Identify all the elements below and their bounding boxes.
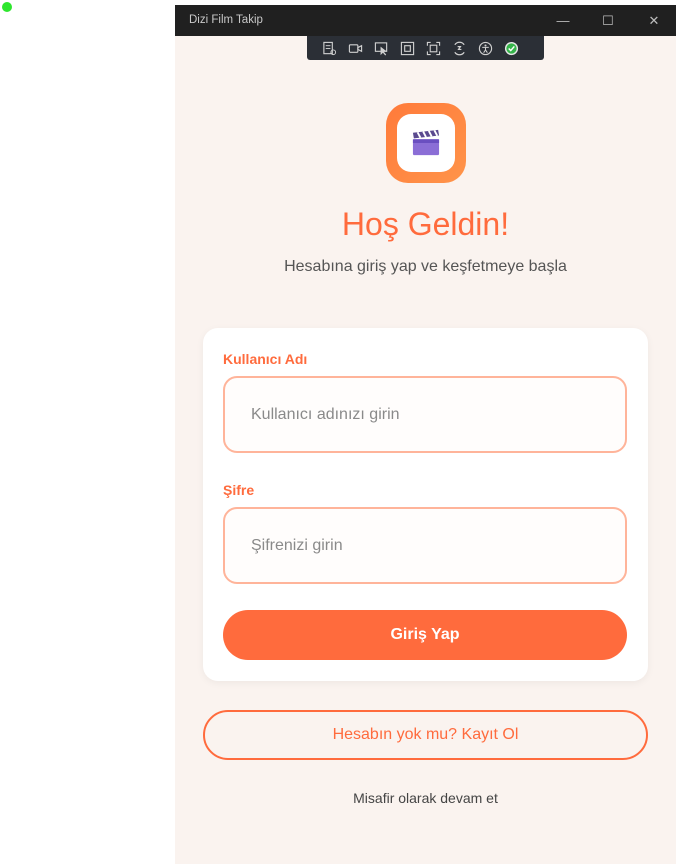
- page-subtitle: Hesabına giriş yap ve keşfetmeye başla: [284, 258, 567, 275]
- login-button[interactable]: Giriş Yap: [223, 610, 627, 660]
- password-label: Şifre: [223, 482, 255, 498]
- password-field[interactable]: Şifrenizi girin: [223, 507, 627, 584]
- hot-reload-icon[interactable]: [451, 40, 468, 57]
- app-logo: [386, 103, 466, 183]
- minimize-icon: —: [556, 13, 570, 28]
- username-label: Kullanıcı Adı: [223, 351, 308, 367]
- status-dot: [2, 2, 12, 12]
- maximize-icon: ☐: [602, 12, 614, 28]
- accessibility-icon[interactable]: [477, 40, 494, 57]
- maximize-button[interactable]: ☐: [586, 5, 630, 36]
- app-window: Dizi Film Takip — ☐ ✕ Hoş Geldin! Hesabı…: [175, 5, 676, 864]
- username-placeholder: Kullanıcı adınızı girin: [251, 405, 400, 423]
- binding-check-icon[interactable]: [503, 40, 520, 57]
- title-bar[interactable]: Dizi Film Takip — ☐ ✕: [175, 5, 676, 36]
- guest-link[interactable]: Misafir olarak devam et: [175, 790, 676, 806]
- record-icon[interactable]: [347, 40, 364, 57]
- live-visual-tree-icon[interactable]: [321, 40, 338, 57]
- password-placeholder: Şifrenizi girin: [251, 536, 343, 554]
- username-field[interactable]: Kullanıcı adınızı girin: [223, 376, 627, 453]
- login-card: Kullanıcı Adı Kullanıcı adınızı girin Şi…: [203, 328, 648, 681]
- close-button[interactable]: ✕: [632, 5, 676, 36]
- track-focus-icon[interactable]: [425, 40, 442, 57]
- minimize-button[interactable]: —: [541, 5, 585, 36]
- display-layout-adorners-icon[interactable]: [399, 40, 416, 57]
- xaml-debug-toolbar: [307, 36, 544, 60]
- page-title: Hoş Geldin!: [341, 206, 510, 242]
- register-button[interactable]: Hesabın yok mu? Kayıt Ol: [203, 710, 648, 760]
- window-title: Dizi Film Takip: [189, 14, 263, 26]
- close-icon: ✕: [648, 12, 660, 28]
- clapperboard-icon: [397, 114, 455, 172]
- select-element-icon[interactable]: [373, 40, 390, 57]
